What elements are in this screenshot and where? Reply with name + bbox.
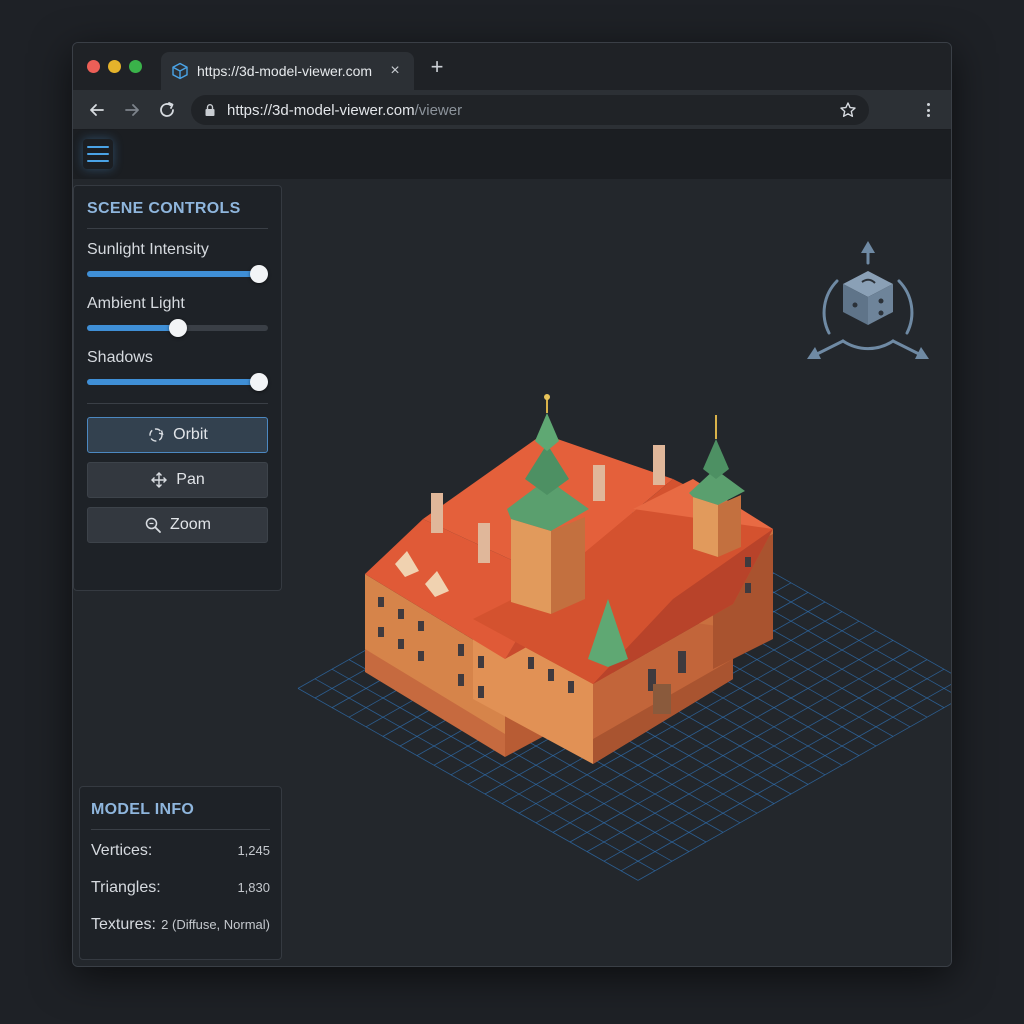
info-row: Vertices: 1,245 [91, 842, 270, 860]
arrow-right-icon [125, 104, 139, 116]
arrow-left-icon [90, 104, 104, 116]
pan-mode-button[interactable]: Pan [87, 462, 268, 498]
app-bar [73, 130, 951, 179]
slider-row: Sunlight Intensity [87, 241, 268, 283]
slider-row: Shadows [87, 349, 268, 391]
reload-button[interactable] [155, 98, 179, 122]
tab-close-icon[interactable]: × [386, 62, 404, 80]
building-model[interactable] [365, 394, 773, 764]
mode-label: Zoom [170, 516, 211, 533]
info-key: Triangles: [91, 879, 161, 896]
reload-icon [160, 102, 174, 117]
zoom-icon [145, 517, 161, 533]
slider-fill [87, 379, 268, 385]
cube-icon [843, 271, 893, 325]
url-text: https://3d-model-viewer.com/viewer [227, 101, 463, 119]
browser-window: https://3d-model-viewer.com × + https://… [72, 42, 952, 967]
forward-button[interactable] [120, 98, 144, 122]
view-cube-gizmo[interactable] [803, 241, 933, 361]
info-value: 1,830 [237, 880, 270, 895]
3d-viewport[interactable]: SCENE CONTROLS Sunlight Intensity Ambient… [73, 179, 951, 966]
slider-fill [87, 271, 268, 277]
cube-favicon-icon [172, 62, 188, 80]
slider-thumb[interactable] [168, 319, 187, 337]
info-key: Vertices: [91, 842, 153, 859]
info-row: Textures: 2 (Diffuse, Normal) [91, 916, 270, 934]
bookmark-star-icon[interactable] [839, 101, 857, 119]
mode-label: Orbit [173, 426, 208, 443]
slider-track[interactable] [87, 265, 268, 283]
tab-strip: https://3d-model-viewer.com × + [73, 43, 951, 90]
back-button[interactable] [85, 98, 109, 122]
new-tab-button[interactable]: + [425, 55, 449, 79]
slider-track[interactable] [87, 319, 268, 337]
info-value: 1,245 [237, 843, 270, 858]
menu-hamburger-button[interactable] [83, 139, 113, 169]
slider-fill [87, 325, 178, 331]
panel-divider [87, 403, 268, 404]
model-info-panel: MODEL INFO Vertices: 1,245 Triangles: 1,830… [79, 786, 282, 960]
slider-label: Shadows [87, 349, 153, 366]
scene-controls-panel: SCENE CONTROLS Sunlight Intensity Ambient… [73, 185, 282, 591]
window-close-button[interactable] [87, 60, 100, 73]
pan-icon [151, 472, 168, 488]
orbit-mode-button[interactable]: Orbit [87, 417, 268, 453]
mode-label: Pan [176, 471, 205, 488]
slider-label: Sunlight Intensity [87, 241, 209, 258]
window-maximize-button[interactable] [129, 60, 142, 73]
browser-menu-button[interactable] [919, 100, 937, 120]
tab-title: https://3d-model-viewer.com [197, 63, 373, 79]
zoom-mode-button[interactable]: Zoom [87, 507, 268, 543]
info-row: Triangles: 1,830 [91, 879, 270, 897]
slider-label: Ambient Light [87, 295, 185, 312]
slider-thumb[interactable] [250, 265, 268, 283]
slider-row: Ambient Light [87, 295, 268, 337]
info-key: Textures: [91, 916, 156, 933]
orbit-icon [149, 428, 164, 442]
slider-track[interactable] [87, 373, 268, 391]
info-value: 2 (Diffuse, Normal) [161, 917, 270, 932]
lock-icon [205, 104, 215, 116]
window-minimize-button[interactable] [108, 60, 121, 73]
slider-thumb[interactable] [250, 373, 268, 391]
browser-tab[interactable]: https://3d-model-viewer.com × [161, 52, 414, 90]
scene-controls-title: SCENE CONTROLS [87, 200, 268, 229]
address-bar[interactable]: https://3d-model-viewer.com/viewer [191, 95, 869, 125]
model-info-title: MODEL INFO [91, 801, 270, 830]
browser-toolbar: https://3d-model-viewer.com/viewer [73, 90, 951, 130]
